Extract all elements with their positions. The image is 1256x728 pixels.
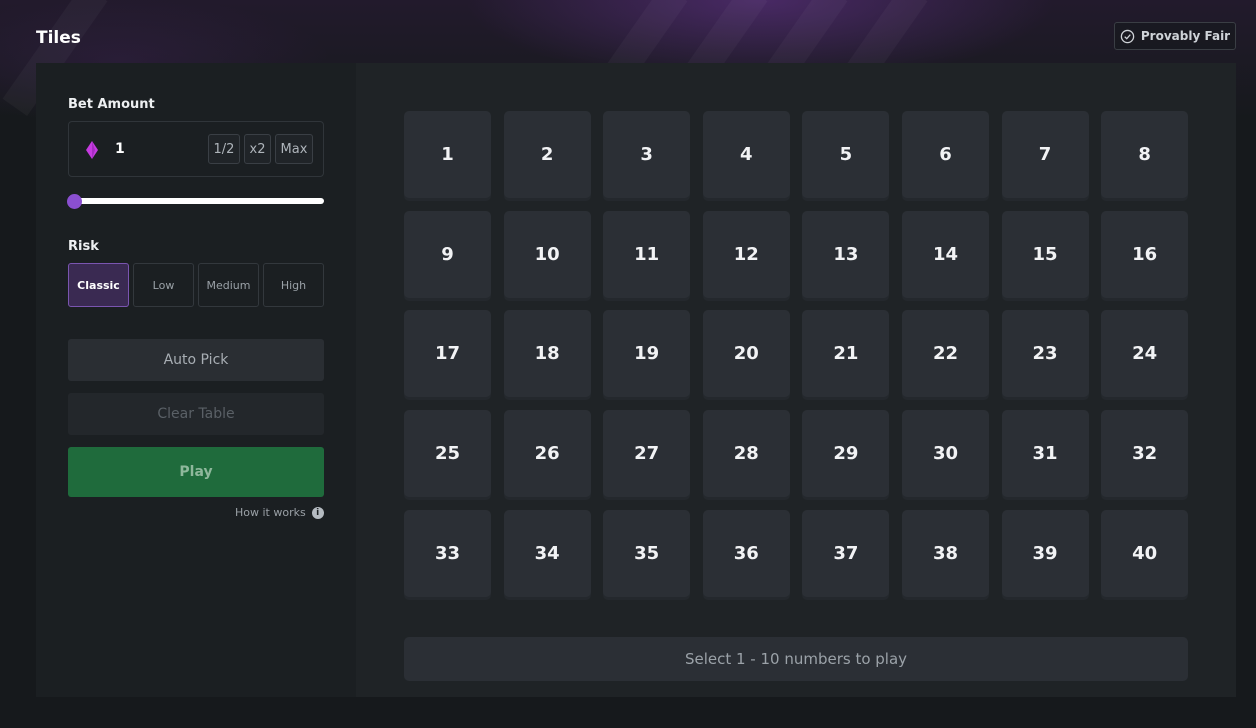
- how-it-works-link[interactable]: How it works i: [235, 506, 324, 519]
- play-button[interactable]: Play: [68, 447, 324, 497]
- tile-33[interactable]: 33: [404, 509, 491, 597]
- provably-fair-button[interactable]: Provably Fair: [1114, 22, 1236, 50]
- tile-40[interactable]: 40: [1101, 509, 1189, 597]
- tile-16[interactable]: 16: [1101, 210, 1189, 298]
- tile-15[interactable]: 15: [1001, 210, 1089, 298]
- tile-12[interactable]: 12: [702, 210, 790, 298]
- tile-2[interactable]: 2: [503, 111, 591, 198]
- bet-amount-value[interactable]: 1: [115, 141, 125, 157]
- bet-sidebar: Bet Amount 1 1/2 x2 Max Risk Classic Low…: [36, 63, 356, 697]
- tile-14[interactable]: 14: [901, 210, 989, 298]
- tile-19[interactable]: 19: [603, 310, 691, 398]
- max-bet-button[interactable]: Max: [275, 134, 313, 164]
- tile-36[interactable]: 36: [702, 509, 790, 597]
- bet-amount-field[interactable]: 1 1/2 x2 Max: [68, 121, 324, 177]
- tiles-board: 1 2 3 4 5 6 7 8 9 10 11 12 13 14 15 16 17 18 19 20 21 22 23 24 2…: [356, 63, 1236, 697]
- tile-9[interactable]: 9: [404, 210, 491, 298]
- auto-pick-button[interactable]: Auto Pick: [68, 339, 324, 381]
- tile-22[interactable]: 22: [901, 310, 989, 398]
- tile-31[interactable]: 31: [1001, 410, 1089, 498]
- selection-status-bar: Select 1 - 10 numbers to play: [404, 637, 1188, 681]
- tile-21[interactable]: 21: [802, 310, 890, 398]
- risk-medium-button[interactable]: Medium: [198, 263, 259, 307]
- check-circle-icon: [1120, 29, 1135, 43]
- tile-27[interactable]: 27: [603, 410, 691, 498]
- tile-26[interactable]: 26: [503, 410, 591, 498]
- tile-23[interactable]: 23: [1001, 310, 1089, 398]
- provably-fair-label: Provably Fair: [1140, 29, 1231, 43]
- tile-20[interactable]: 20: [702, 310, 790, 398]
- double-bet-button[interactable]: x2: [244, 134, 271, 164]
- tile-34[interactable]: 34: [503, 509, 591, 597]
- tile-37[interactable]: 37: [802, 509, 890, 597]
- tile-29[interactable]: 29: [802, 410, 890, 498]
- tile-32[interactable]: 32: [1101, 410, 1189, 498]
- tile-grid: 1 2 3 4 5 6 7 8 9 10 11 12 13 14 15 16 17 18 19 20 21 22 23 24 2…: [404, 111, 1189, 597]
- tile-28[interactable]: 28: [702, 410, 790, 498]
- tile-39[interactable]: 39: [1001, 509, 1089, 597]
- risk-label: Risk: [68, 239, 99, 254]
- tile-4[interactable]: 4: [702, 111, 790, 198]
- bet-slider-track[interactable]: [72, 198, 324, 204]
- tile-6[interactable]: 6: [901, 111, 989, 198]
- page-title: Tiles: [36, 28, 81, 48]
- info-icon: i: [311, 506, 324, 519]
- game-container: Bet Amount 1 1/2 x2 Max Risk Classic Low…: [36, 63, 1236, 697]
- tile-30[interactable]: 30: [901, 410, 989, 498]
- tile-7[interactable]: 7: [1001, 111, 1089, 198]
- tile-3[interactable]: 3: [603, 111, 691, 198]
- risk-high-button[interactable]: High: [263, 263, 324, 307]
- tile-18[interactable]: 18: [503, 310, 591, 398]
- tile-1[interactable]: 1: [404, 111, 491, 198]
- clear-table-button[interactable]: Clear Table: [68, 393, 324, 435]
- tile-10[interactable]: 10: [503, 210, 591, 298]
- tile-13[interactable]: 13: [802, 210, 890, 298]
- tile-8[interactable]: 8: [1101, 111, 1189, 198]
- tile-35[interactable]: 35: [603, 509, 691, 597]
- tile-38[interactable]: 38: [901, 509, 989, 597]
- risk-classic-button[interactable]: Classic: [68, 263, 129, 307]
- bet-slider-thumb[interactable]: [67, 194, 82, 209]
- how-it-works-label: How it works: [235, 506, 306, 519]
- tile-11[interactable]: 11: [603, 210, 691, 298]
- risk-low-button[interactable]: Low: [133, 263, 194, 307]
- half-bet-button[interactable]: 1/2: [208, 134, 240, 164]
- tile-17[interactable]: 17: [404, 310, 491, 398]
- tile-24[interactable]: 24: [1101, 310, 1189, 398]
- diamond-gem-icon: [86, 141, 98, 159]
- tile-25[interactable]: 25: [404, 410, 491, 498]
- tile-5[interactable]: 5: [802, 111, 890, 198]
- bet-amount-label: Bet Amount: [68, 97, 155, 112]
